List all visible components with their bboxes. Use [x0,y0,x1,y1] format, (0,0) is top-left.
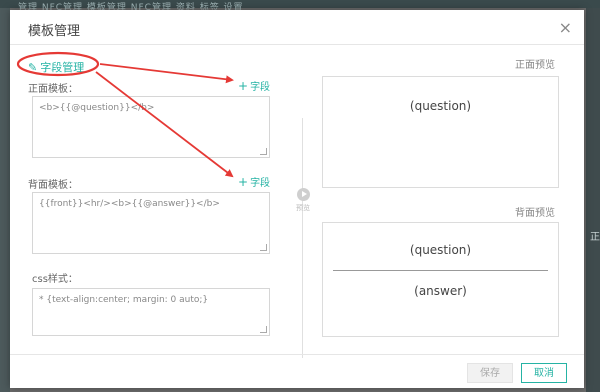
dialog-footer: 保存 取消 [10,354,584,389]
template-manager-dialog: 模板管理 × ✎ 字段管理 正面模板： + 字段 <b>{{@question}}<… [10,10,584,388]
cancel-button[interactable]: 取消 [521,363,567,383]
plus-icon: + [238,175,249,189]
back-preview-question: (question) [409,243,472,257]
resize-handle[interactable] [260,326,267,333]
app-left-edge [0,8,10,392]
back-template-editor[interactable]: {{front}}<hr/><b>{{@answer}}</b> [32,192,270,254]
front-preview-label: 正面预览 [515,60,555,71]
front-preview-text: (question) [409,99,472,113]
front-template-label: 正面模板： [28,84,78,95]
close-icon[interactable]: × [559,18,572,37]
back-add-field-button[interactable]: + 字段 [238,174,270,189]
front-preview-card: (question) [322,76,559,188]
plus-icon: + [238,79,249,93]
back-preview-card: (question) (answer) [322,222,559,337]
back-preview-label: 背面预览 [515,208,555,219]
field-manager-label: 字段管理 [40,61,85,74]
preview-toggle[interactable]: 预览 [293,188,313,213]
back-template-label: 背面模板： [28,180,78,191]
css-style-label: css样式： [32,274,78,285]
dialog-title-bar: 模板管理 × [10,10,584,45]
front-add-field-label: 字段 [250,82,271,93]
app-top-strip: 管理 NFC管理 模板管理 NFC管理 资料 标签 设置 [0,0,600,13]
resize-handle[interactable] [260,244,267,251]
column-divider [302,118,303,358]
front-template-text: <b>{{@question}}</b> [39,103,155,113]
css-style-editor[interactable]: * {text-align:center; margin: 0 auto;} [32,288,270,336]
app-right-edge [586,8,600,392]
field-manager-link[interactable]: ✎ 字段管理 [28,59,84,75]
front-template-editor[interactable]: <b>{{@question}}</b> [32,96,270,158]
back-template-text: {{front}}<hr/><b>{{@answer}}</b> [39,199,220,209]
css-style-text: * {text-align:center; margin: 0 auto;} [39,295,209,305]
preview-toggle-label: 预览 [296,204,310,212]
preview-divider [333,270,548,271]
edit-icon: ✎ [28,61,38,74]
back-preview-answer: (answer) [414,284,467,298]
back-add-field-label: 字段 [250,178,271,189]
resize-handle[interactable] [260,148,267,155]
save-button[interactable]: 保存 [467,363,513,383]
app-side-text: 正 [590,232,600,243]
play-icon [296,188,310,201]
dialog-title: 模板管理 [28,24,81,39]
front-add-field-button[interactable]: + 字段 [238,78,270,93]
